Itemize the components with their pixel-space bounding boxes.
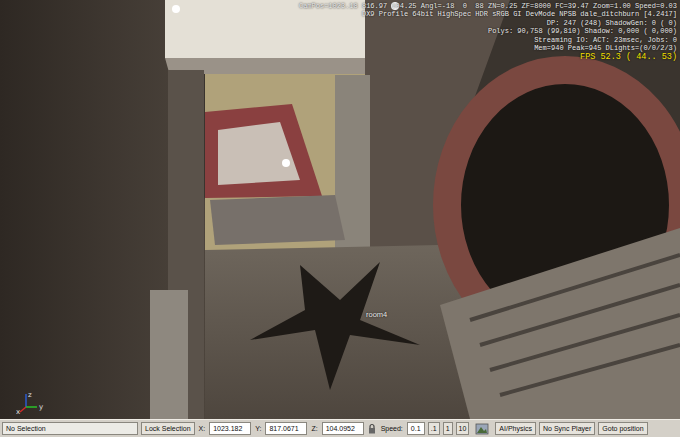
- scene-render: [0, 0, 680, 419]
- coord-field[interactable]: 104.0952: [322, 422, 364, 435]
- debug-line: Polys: 90,758 (99,810) Shadow: 0,000 ( 0…: [299, 27, 677, 35]
- toolbar-button[interactable]: No Sync Player: [539, 422, 595, 435]
- svg-text:y: y: [39, 403, 43, 411]
- debug-line: Streaming IO: ACT: 23msec, Jobs: 0: [299, 36, 677, 44]
- debug-line: FPS 52.3 ( 44.. 53): [299, 52, 677, 62]
- lock-icon[interactable]: [367, 423, 377, 435]
- coord-label: Z:: [310, 425, 318, 432]
- axis-gizmo-icon: zy x: [16, 389, 46, 415]
- debug-line: DP: 247 (248) ShadowGen: 0 ( 0): [299, 19, 677, 27]
- debug-line: CamPos=1023.18 816.97 104.25 Angl=-18 0 …: [299, 2, 677, 10]
- coord-label: Y:: [254, 425, 262, 432]
- coord-label: X:: [198, 425, 207, 432]
- red-structure: [205, 104, 322, 198]
- toolbar-button[interactable]: AI/Physics: [495, 422, 536, 435]
- svg-text:x: x: [16, 408, 20, 415]
- speed-preset-button[interactable]: .1: [428, 422, 440, 435]
- floor-grating: [440, 228, 680, 419]
- speed-field[interactable]: 0.1: [407, 422, 425, 435]
- selection-field: No Selection: [2, 422, 138, 435]
- area-label: room4: [366, 310, 387, 319]
- speed-preset-button[interactable]: 1: [443, 422, 453, 435]
- coord-field[interactable]: 1023.182: [209, 422, 251, 435]
- editor-window: CamPos=1023.18 816.97 104.25 Angl=-18 0 …: [0, 0, 680, 437]
- viewport[interactable]: CamPos=1023.18 816.97 104.25 Angl=-18 0 …: [0, 0, 680, 419]
- speed-label: Speed:: [380, 425, 404, 432]
- left-wall: [0, 0, 205, 419]
- svg-text:z: z: [28, 391, 32, 399]
- debug-info: CamPos=1023.18 816.97 104.25 Angl=-18 0 …: [299, 2, 677, 62]
- terrain-icon[interactable]: [475, 423, 489, 435]
- speed-preset-button[interactable]: 10: [456, 422, 470, 435]
- toolbar-button[interactable]: Goto position: [598, 422, 647, 435]
- status-bar: No Selection Lock Selection X: 1023.182Y…: [0, 419, 680, 437]
- debug-line: DX9 Profile 64bit HighSpec HDR sRGB GI D…: [299, 10, 677, 18]
- coord-field[interactable]: 817.0671: [265, 422, 307, 435]
- lock-selection-button[interactable]: Lock Selection: [141, 422, 195, 435]
- debug-line: Mem=940 Peak=945 DLights=(0/0/2/3): [299, 44, 677, 52]
